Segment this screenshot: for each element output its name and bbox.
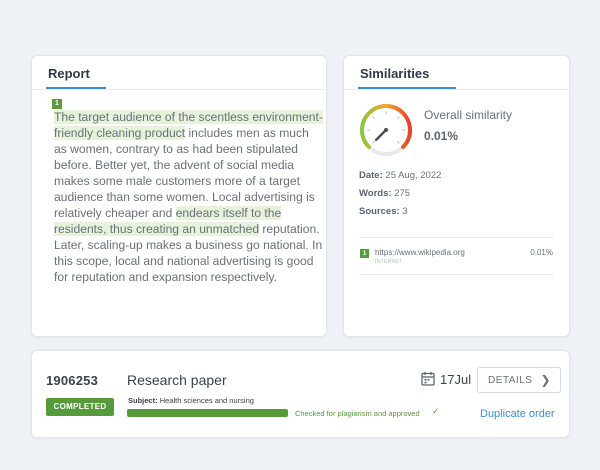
progress-note: Checked for plagiarism and approved (295, 409, 420, 418)
subject-value: Health sciences and nursing (159, 396, 254, 405)
report-title: Report (48, 66, 90, 81)
gauge-needle (374, 128, 388, 142)
check-icon: ✓ (432, 406, 440, 416)
order-id: 1906253 (46, 373, 99, 388)
source-percent: 0.01% (530, 248, 553, 257)
source-type: INTERNET (375, 259, 403, 265)
paragraph-number-badge: 1 (52, 99, 62, 109)
subject-label: Subject: (128, 396, 158, 405)
chevron-right-icon: ❯ (540, 373, 551, 387)
source-divider-top (359, 237, 554, 238)
similarity-gauge (360, 104, 412, 156)
due-date: 17Jul (440, 372, 472, 387)
details-button[interactable]: DETAILS ❯ (477, 367, 561, 393)
order-subject: Subject: Health sciences and nursing (128, 396, 254, 405)
progress-bar (127, 409, 288, 417)
report-divider (32, 89, 326, 90)
overall-similarity-label: Overall similarity (424, 108, 513, 122)
sources-label: Sources: (359, 206, 400, 217)
duplicate-order-link[interactable]: Duplicate order (480, 408, 555, 420)
order-card[interactable]: 1906253 COMPLETED Research paper Subject… (31, 350, 570, 438)
date-row: Date: 25 Aug, 2022 (359, 170, 441, 181)
progress-bar-fill (127, 409, 288, 417)
details-label: DETAILS (488, 374, 533, 386)
calendar-icon (421, 371, 435, 386)
source-url-link[interactable]: https://www.wikipedia.org (375, 248, 465, 257)
sources-row: Sources: 3 (359, 206, 408, 217)
similarities-title: Similarities (360, 66, 430, 81)
order-type: Research paper (127, 372, 227, 388)
sources-value: 3 (402, 206, 408, 217)
similarities-card: Similarities Overall similarity 0.01% Da… (343, 55, 570, 337)
overall-similarity-value: 0.01% (424, 129, 459, 143)
report-text: The target audience of the scentless env… (54, 109, 324, 285)
source-divider-bottom (359, 274, 554, 275)
report-card: Report 1 The target audience of the scen… (31, 55, 327, 337)
words-row: Words: 275 (359, 188, 410, 199)
words-value: 275 (394, 188, 411, 199)
source-number-badge: 1 (360, 249, 369, 258)
status-badge: COMPLETED (46, 398, 114, 416)
similarities-divider (344, 89, 569, 90)
words-label: Words: (359, 188, 392, 199)
date-value: 25 Aug, 2022 (385, 170, 442, 181)
date-label: Date: (359, 170, 383, 181)
